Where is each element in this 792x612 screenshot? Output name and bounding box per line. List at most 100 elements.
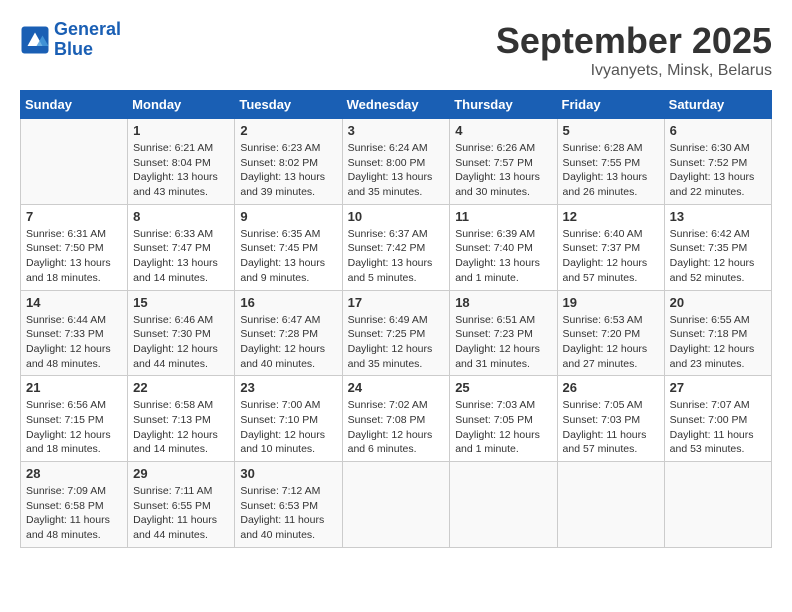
calendar-cell: 3 Sunrise: 6:24 AM Sunset: 8:00 PM Daylig…: [342, 119, 450, 205]
calendar-cell: 17 Sunrise: 6:49 AM Sunset: 7:25 PM Dayli…: [342, 290, 450, 376]
day-number: 16: [240, 295, 336, 310]
header-day-thursday: Thursday: [450, 91, 557, 119]
calendar-cell: 10Sunrise: 6:37 AM Sunset: 7:42 PM Dayli…: [342, 204, 450, 290]
day-info: Sunrise: 7:02 AM Sunset: 7:08 PM Dayligh…: [348, 398, 445, 457]
calendar-cell: 25 Sunrise: 7:03 AM Sunset: 7:05 PM Dayli…: [450, 376, 557, 462]
calendar-cell: 30Sunrise: 7:12 AM Sunset: 6:53 PM Dayli…: [235, 462, 342, 548]
day-number: 6: [670, 123, 766, 138]
calendar-cell: 21Sunrise: 6:56 AM Sunset: 7:15 PM Dayli…: [21, 376, 128, 462]
calendar-cell: 28 Sunrise: 7:09 AM Sunset: 6:58 PM Dayli…: [21, 462, 128, 548]
calendar-cell: 2 Sunrise: 6:23 AM Sunset: 8:02 PM Daylig…: [235, 119, 342, 205]
day-number: 12: [563, 209, 659, 224]
day-number: 27: [670, 380, 766, 395]
calendar-cell: [450, 462, 557, 548]
day-info: Sunrise: 6:55 AM Sunset: 7:18 PM Dayligh…: [670, 313, 766, 372]
calendar-cell: 14 Sunrise: 6:44 AM Sunset: 7:33 PM Dayli…: [21, 290, 128, 376]
header-day-sunday: Sunday: [21, 91, 128, 119]
day-number: 17: [348, 295, 445, 310]
day-info: Sunrise: 6:56 AM Sunset: 7:15 PM Dayligh…: [26, 398, 122, 457]
calendar-cell: 9 Sunrise: 6:35 AM Sunset: 7:45 PM Daylig…: [235, 204, 342, 290]
calendar-cell: 27 Sunrise: 7:07 AM Sunset: 7:00 PM Dayli…: [664, 376, 771, 462]
title-section: September 2025 Ivyanyets, Minsk, Belarus: [496, 20, 772, 80]
calendar-cell: [664, 462, 771, 548]
day-number: 19: [563, 295, 659, 310]
day-number: 14: [26, 295, 122, 310]
day-number: 2: [240, 123, 336, 138]
header-day-saturday: Saturday: [664, 91, 771, 119]
day-info: Sunrise: 6:46 AM Sunset: 7:30 PM Dayligh…: [133, 313, 229, 372]
calendar-table: SundayMondayTuesdayWednesdayThursdayFrid…: [20, 90, 772, 548]
day-info: Sunrise: 7:11 AM Sunset: 6:55 PM Dayligh…: [133, 484, 229, 543]
day-info: Sunrise: 6:39 AM Sunset: 7:40 PM Dayligh…: [455, 227, 551, 286]
calendar-cell: 6 Sunrise: 6:30 AM Sunset: 7:52 PM Daylig…: [664, 119, 771, 205]
day-info: Sunrise: 6:53 AM Sunset: 7:20 PM Dayligh…: [563, 313, 659, 372]
location-subtitle: Ivyanyets, Minsk, Belarus: [496, 62, 772, 80]
week-row-1: 1Sunrise: 6:21 AM Sunset: 8:04 PM Daylig…: [21, 119, 772, 205]
calendar-cell: 1Sunrise: 6:21 AM Sunset: 8:04 PM Daylig…: [128, 119, 235, 205]
calendar-cell: 13 Sunrise: 6:42 AM Sunset: 7:35 PM Dayli…: [664, 204, 771, 290]
day-number: 8: [133, 209, 229, 224]
calendar-cell: 29 Sunrise: 7:11 AM Sunset: 6:55 PM Dayli…: [128, 462, 235, 548]
calendar-cell: 19 Sunrise: 6:53 AM Sunset: 7:20 PM Dayli…: [557, 290, 664, 376]
day-info: Sunrise: 7:07 AM Sunset: 7:00 PM Dayligh…: [670, 398, 766, 457]
day-info: Sunrise: 6:40 AM Sunset: 7:37 PM Dayligh…: [563, 227, 659, 286]
calendar-cell: [342, 462, 450, 548]
calendar-cell: 5 Sunrise: 6:28 AM Sunset: 7:55 PM Daylig…: [557, 119, 664, 205]
day-number: 28: [26, 466, 122, 481]
day-number: 23: [240, 380, 336, 395]
day-info: Sunrise: 7:00 AM Sunset: 7:10 PM Dayligh…: [240, 398, 336, 457]
day-number: 9: [240, 209, 336, 224]
month-title: September 2025: [496, 20, 772, 62]
calendar-cell: [21, 119, 128, 205]
day-info: Sunrise: 6:33 AM Sunset: 7:47 PM Dayligh…: [133, 227, 229, 286]
calendar-cell: 26 Sunrise: 7:05 AM Sunset: 7:03 PM Dayli…: [557, 376, 664, 462]
day-number: 30: [240, 466, 336, 481]
day-info: Sunrise: 7:03 AM Sunset: 7:05 PM Dayligh…: [455, 398, 551, 457]
day-number: 18: [455, 295, 551, 310]
day-number: 5: [563, 123, 659, 138]
day-info: Sunrise: 6:28 AM Sunset: 7:55 PM Dayligh…: [563, 141, 659, 200]
day-number: 3: [348, 123, 445, 138]
day-info: Sunrise: 6:42 AM Sunset: 7:35 PM Dayligh…: [670, 227, 766, 286]
day-info: Sunrise: 6:37 AM Sunset: 7:42 PM Dayligh…: [348, 227, 445, 286]
logo: General Blue: [20, 20, 121, 60]
week-row-5: 28 Sunrise: 7:09 AM Sunset: 6:58 PM Dayli…: [21, 462, 772, 548]
header-day-monday: Monday: [128, 91, 235, 119]
calendar-cell: 4 Sunrise: 6:26 AM Sunset: 7:57 PM Daylig…: [450, 119, 557, 205]
calendar-cell: [557, 462, 664, 548]
calendar-cell: 23 Sunrise: 7:00 AM Sunset: 7:10 PM Dayli…: [235, 376, 342, 462]
day-info: Sunrise: 6:23 AM Sunset: 8:02 PM Dayligh…: [240, 141, 336, 200]
day-number: 29: [133, 466, 229, 481]
day-info: Sunrise: 6:51 AM Sunset: 7:23 PM Dayligh…: [455, 313, 551, 372]
header-day-tuesday: Tuesday: [235, 91, 342, 119]
day-number: 15: [133, 295, 229, 310]
day-info: Sunrise: 6:21 AM Sunset: 8:04 PM Dayligh…: [133, 141, 229, 200]
day-info: Sunrise: 7:05 AM Sunset: 7:03 PM Dayligh…: [563, 398, 659, 457]
calendar-cell: 7Sunrise: 6:31 AM Sunset: 7:50 PM Daylig…: [21, 204, 128, 290]
day-number: 26: [563, 380, 659, 395]
day-number: 4: [455, 123, 551, 138]
week-row-2: 7Sunrise: 6:31 AM Sunset: 7:50 PM Daylig…: [21, 204, 772, 290]
calendar-cell: 20 Sunrise: 6:55 AM Sunset: 7:18 PM Dayli…: [664, 290, 771, 376]
day-number: 11: [455, 209, 551, 224]
calendar-cell: 12 Sunrise: 6:40 AM Sunset: 7:37 PM Dayli…: [557, 204, 664, 290]
day-info: Sunrise: 6:44 AM Sunset: 7:33 PM Dayligh…: [26, 313, 122, 372]
day-info: Sunrise: 6:31 AM Sunset: 7:50 PM Dayligh…: [26, 227, 122, 286]
day-info: Sunrise: 7:09 AM Sunset: 6:58 PM Dayligh…: [26, 484, 122, 543]
day-info: Sunrise: 6:30 AM Sunset: 7:52 PM Dayligh…: [670, 141, 766, 200]
day-info: Sunrise: 6:35 AM Sunset: 7:45 PM Dayligh…: [240, 227, 336, 286]
calendar-cell: 16Sunrise: 6:47 AM Sunset: 7:28 PM Dayli…: [235, 290, 342, 376]
logo-text: General Blue: [54, 20, 121, 60]
logo-icon: [20, 25, 50, 55]
calendar-cell: 15 Sunrise: 6:46 AM Sunset: 7:30 PM Dayli…: [128, 290, 235, 376]
day-number: 13: [670, 209, 766, 224]
day-number: 20: [670, 295, 766, 310]
day-number: 24: [348, 380, 445, 395]
day-number: 25: [455, 380, 551, 395]
day-info: Sunrise: 6:26 AM Sunset: 7:57 PM Dayligh…: [455, 141, 551, 200]
week-row-3: 14 Sunrise: 6:44 AM Sunset: 7:33 PM Dayli…: [21, 290, 772, 376]
calendar-cell: 8 Sunrise: 6:33 AM Sunset: 7:47 PM Daylig…: [128, 204, 235, 290]
header-day-friday: Friday: [557, 91, 664, 119]
day-info: Sunrise: 6:49 AM Sunset: 7:25 PM Dayligh…: [348, 313, 445, 372]
day-info: Sunrise: 6:24 AM Sunset: 8:00 PM Dayligh…: [348, 141, 445, 200]
